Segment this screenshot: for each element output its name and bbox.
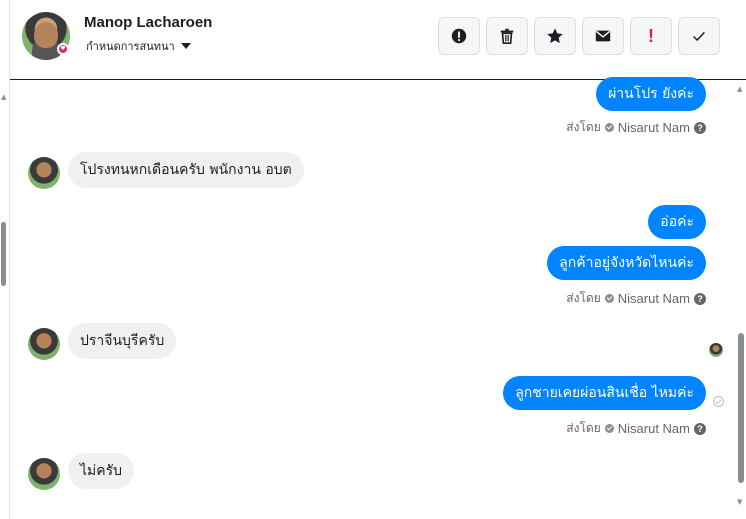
heart-badge-icon: ♥ (57, 43, 69, 55)
conversation-header: ♥ Manop Lacharoen กำหนดการสนทนา ! (10, 0, 746, 80)
scroll-down-arrow-icon[interactable]: ▼ (737, 498, 742, 506)
outgoing-message[interactable]: ผ่านโปร ยังค่ะ (596, 77, 706, 111)
label-dropdown[interactable]: กำหนดการสนทนา (86, 37, 191, 55)
message-scrollbar-thumb[interactable] (738, 333, 744, 483)
help-icon[interactable]: ? (694, 292, 706, 305)
contact-avatar-small[interactable] (28, 458, 60, 490)
mark-done-button[interactable] (678, 17, 720, 55)
contact-name[interactable]: Manop Lacharoen (84, 14, 212, 31)
label-dropdown-text: กำหนดการสนทนา (86, 40, 175, 53)
mark-spam-button[interactable] (438, 17, 480, 55)
verified-check-icon (604, 294, 614, 303)
contact-avatar-small[interactable] (28, 328, 60, 360)
help-icon[interactable]: ? (694, 422, 706, 435)
envelope-icon (595, 30, 611, 42)
incoming-message[interactable]: ไม่ครับ (68, 453, 135, 489)
delivered-check-icon (713, 396, 724, 407)
alert-circle-icon (451, 28, 467, 44)
scroll-up-arrow-icon[interactable]: ▲ (737, 85, 742, 93)
sent-by-agent[interactable]: Nisarut Nam (618, 120, 690, 135)
sent-by-label: ส่งโดย (566, 291, 601, 305)
sent-by-label: ส่งโดย (566, 120, 601, 134)
check-icon (693, 31, 705, 42)
trash-icon (500, 28, 514, 45)
star-icon (547, 28, 563, 44)
seen-indicator-avatar (709, 343, 723, 357)
mark-unread-button[interactable] (582, 17, 624, 55)
sent-by-info: ส่งโดย Nisarut Nam ? (566, 419, 706, 438)
sent-by-info: ส่งโดย Nisarut Nam ? (566, 118, 706, 137)
sent-by-agent[interactable]: Nisarut Nam (618, 421, 690, 436)
left-scrollbar-thumb[interactable] (1, 222, 6, 286)
left-panel-scrollbar[interactable]: ▲ (0, 0, 10, 519)
verified-check-icon (604, 123, 614, 132)
outgoing-message[interactable]: ลูกค้าอยู่จังหวัดไหนค่ะ (547, 246, 706, 280)
verified-check-icon (604, 424, 614, 433)
star-button[interactable] (534, 17, 576, 55)
help-icon[interactable]: ? (694, 121, 706, 134)
incoming-message[interactable]: ปราจีนบุรีครับ (68, 323, 177, 359)
inbox-conversation-view: ▲ ♥ Manop Lacharoen กำหนดการสนทนา ! ผ่าน… (0, 0, 746, 519)
sent-by-agent[interactable]: Nisarut Nam (618, 291, 690, 306)
message-list-scrollbar[interactable]: ▲ ▼ (735, 81, 746, 519)
sent-by-info: ส่งโดย Nisarut Nam ? (566, 289, 706, 308)
contact-avatar-small[interactable] (28, 157, 60, 189)
incoming-message[interactable]: โปรงทนหกเดือนครับ พนักงาน อบต (68, 152, 304, 188)
outgoing-message[interactable]: ลูกชายเคยผ่อนสินเชื่อ ไหมค่ะ (503, 376, 706, 410)
conversation-actions: ! (438, 17, 720, 55)
caret-down-icon (180, 43, 191, 49)
exclamation-icon: ! (648, 25, 654, 46)
scroll-up-arrow-icon[interactable]: ▲ (1, 93, 6, 101)
outgoing-message[interactable]: อ่อค่ะ (648, 205, 706, 239)
follow-up-button[interactable]: ! (630, 17, 672, 55)
sent-by-label: ส่งโดย (566, 421, 601, 435)
delete-button[interactable] (486, 17, 528, 55)
